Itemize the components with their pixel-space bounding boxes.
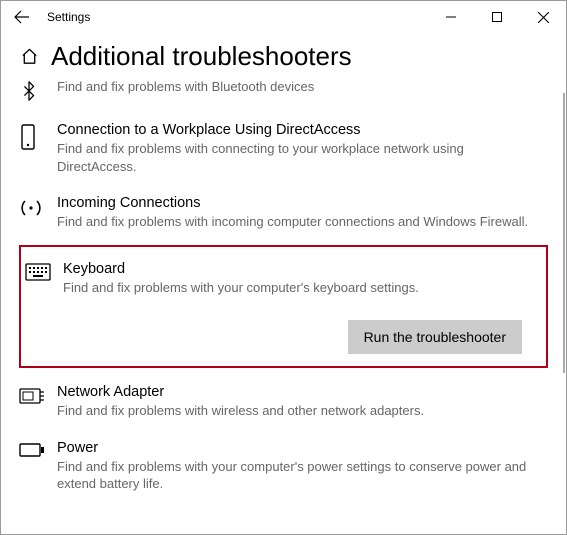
troubleshooter-title: Incoming Connections (57, 195, 536, 211)
window-controls (428, 1, 566, 33)
page-header: Additional troubleshooters (1, 33, 566, 78)
troubleshooter-title: Power (57, 440, 536, 456)
troubleshooter-item-power[interactable]: Power Find and fix problems with your co… (19, 430, 548, 503)
troubleshooter-title: Connection to a Workplace Using DirectAc… (57, 122, 536, 138)
scrollbar[interactable] (563, 93, 565, 373)
close-icon (538, 12, 549, 23)
minimize-button[interactable] (428, 1, 474, 33)
troubleshooter-item-directaccess[interactable]: Connection to a Workplace Using DirectAc… (19, 112, 548, 185)
troubleshooter-desc: Find and fix problems with your computer… (63, 279, 528, 297)
close-button[interactable] (520, 1, 566, 33)
minimize-icon (446, 12, 456, 22)
page-title: Additional troubleshooters (51, 41, 352, 72)
selected-troubleshooter-highlight: Keyboard Find and fix problems with your… (19, 245, 548, 369)
troubleshooter-title: Keyboard (63, 261, 528, 277)
troubleshooter-desc: Find and fix problems with connecting to… (57, 140, 536, 175)
home-icon[interactable] (19, 47, 39, 67)
back-arrow-icon (14, 9, 30, 25)
troubleshooter-list: Bluetooth Find and fix problems with Blu… (1, 78, 566, 534)
settings-window: Settings Additional troubleshooters Blue… (0, 0, 567, 535)
workplace-icon (19, 122, 47, 175)
wireless-icon (19, 195, 47, 231)
network-adapter-icon (19, 384, 47, 420)
run-troubleshooter-button[interactable]: Run the troubleshooter (348, 320, 522, 354)
troubleshooter-item-bluetooth[interactable]: Bluetooth Find and fix problems with Blu… (19, 78, 548, 112)
titlebar: Settings (1, 1, 566, 33)
troubleshooter-title: Network Adapter (57, 384, 536, 400)
troubleshooter-item-incoming[interactable]: Incoming Connections Find and fix proble… (19, 185, 548, 241)
troubleshooter-desc: Find and fix problems with your computer… (57, 458, 536, 493)
maximize-icon (492, 12, 502, 22)
troubleshooter-item-keyboard[interactable]: Keyboard Find and fix problems with your… (25, 255, 540, 303)
power-icon (19, 440, 47, 493)
maximize-button[interactable] (474, 1, 520, 33)
keyboard-icon (25, 261, 53, 297)
troubleshooter-desc: Find and fix problems with wireless and … (57, 402, 536, 420)
window-title: Settings (47, 10, 90, 24)
troubleshooter-desc: Find and fix problems with Bluetooth dev… (57, 78, 536, 96)
back-button[interactable] (1, 1, 43, 33)
bluetooth-icon (19, 78, 47, 102)
troubleshooter-desc: Find and fix problems with incoming comp… (57, 213, 536, 231)
troubleshooter-item-network-adapter[interactable]: Network Adapter Find and fix problems wi… (19, 374, 548, 430)
